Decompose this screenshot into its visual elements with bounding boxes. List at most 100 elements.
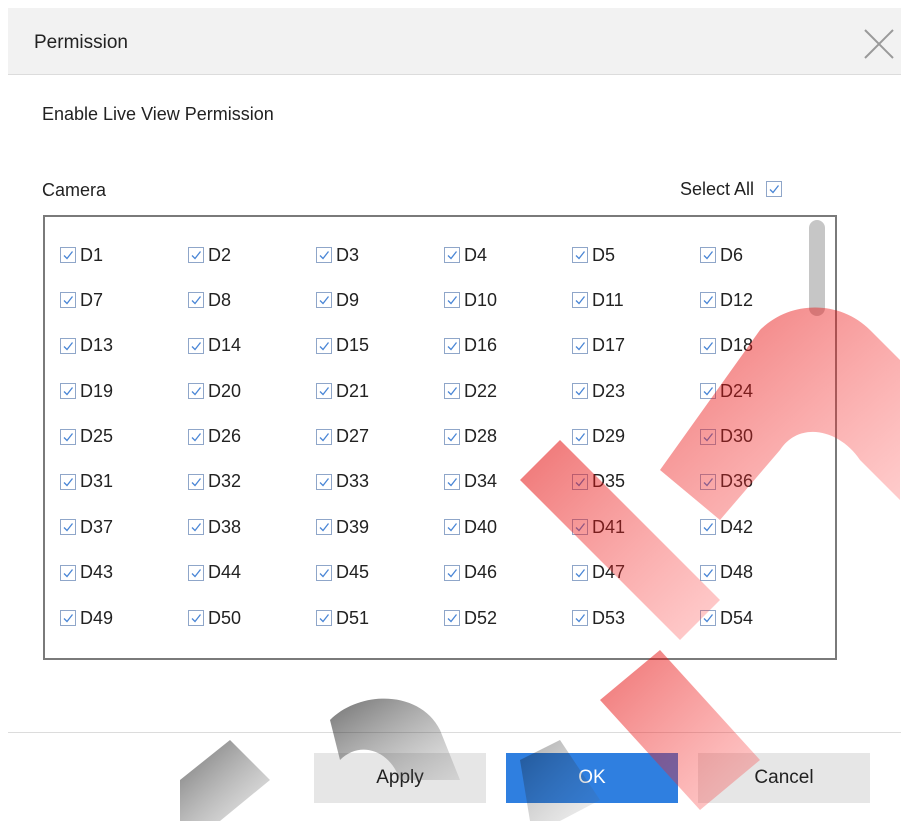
camera-checkbox[interactable] [572, 519, 588, 536]
camera-checkbox[interactable] [188, 473, 204, 490]
camera-item[interactable]: D35 [572, 471, 700, 492]
camera-item[interactable]: D43 [60, 562, 188, 583]
camera-item[interactable]: D33 [316, 471, 444, 492]
camera-checkbox[interactable] [444, 428, 460, 445]
camera-item[interactable]: D2 [188, 245, 316, 265]
camera-checkbox[interactable] [444, 337, 460, 354]
camera-item[interactable]: D27 [316, 426, 444, 447]
scrollbar-thumb[interactable] [809, 220, 825, 316]
camera-checkbox[interactable] [60, 519, 76, 536]
camera-checkbox[interactable] [700, 337, 716, 354]
camera-item[interactable]: D45 [316, 562, 444, 583]
camera-checkbox[interactable] [444, 383, 460, 400]
camera-checkbox[interactable] [188, 610, 204, 627]
camera-checkbox[interactable] [700, 247, 716, 263]
camera-checkbox[interactable] [700, 564, 716, 581]
camera-item[interactable]: D25 [60, 426, 188, 447]
camera-item[interactable]: D17 [572, 335, 700, 356]
camera-item[interactable]: D49 [60, 608, 188, 628]
camera-checkbox[interactable] [188, 519, 204, 536]
camera-item[interactable]: D40 [444, 517, 572, 537]
camera-checkbox[interactable] [188, 428, 204, 445]
camera-item[interactable]: D19 [60, 381, 188, 401]
close-icon[interactable] [861, 26, 897, 62]
camera-checkbox[interactable] [316, 610, 332, 627]
select-all-toggle[interactable]: Select All [680, 178, 783, 200]
camera-checkbox[interactable] [188, 247, 204, 263]
camera-item[interactable]: D41 [572, 517, 700, 537]
camera-item[interactable]: D44 [188, 562, 316, 583]
camera-checkbox[interactable] [60, 292, 76, 309]
camera-item[interactable]: D31 [60, 471, 188, 492]
camera-item[interactable]: D52 [444, 608, 572, 628]
camera-item[interactable]: D11 [572, 290, 700, 310]
camera-item[interactable]: D7 [60, 290, 188, 310]
camera-checkbox[interactable] [444, 473, 460, 490]
camera-item[interactable]: D34 [444, 471, 572, 492]
camera-item[interactable]: D20 [188, 381, 316, 401]
camera-checkbox[interactable] [444, 564, 460, 581]
camera-checkbox[interactable] [700, 610, 716, 627]
camera-item[interactable]: D5 [572, 245, 700, 265]
camera-checkbox[interactable] [60, 337, 76, 354]
camera-checkbox[interactable] [572, 247, 588, 263]
camera-checkbox[interactable] [316, 337, 332, 354]
camera-item[interactable]: D16 [444, 335, 572, 356]
camera-checkbox[interactable] [700, 383, 716, 400]
camera-checkbox[interactable] [572, 383, 588, 400]
camera-checkbox[interactable] [444, 519, 460, 536]
ok-button[interactable]: OK [506, 753, 678, 803]
camera-checkbox[interactable] [188, 564, 204, 581]
camera-item[interactable]: D26 [188, 426, 316, 447]
camera-checkbox[interactable] [572, 564, 588, 581]
camera-item[interactable]: D15 [316, 335, 444, 356]
camera-checkbox[interactable] [316, 564, 332, 581]
camera-item[interactable]: D10 [444, 290, 572, 310]
camera-item[interactable]: D37 [60, 517, 188, 537]
camera-item[interactable]: D29 [572, 426, 700, 447]
camera-checkbox[interactable] [316, 292, 332, 309]
camera-checkbox[interactable] [444, 292, 460, 309]
camera-item[interactable]: D39 [316, 517, 444, 537]
camera-checkbox[interactable] [700, 292, 716, 309]
camera-checkbox[interactable] [316, 473, 332, 490]
camera-item[interactable]: D51 [316, 608, 444, 628]
cancel-button[interactable]: Cancel [698, 753, 870, 803]
camera-checkbox[interactable] [316, 428, 332, 445]
camera-checkbox[interactable] [316, 247, 332, 263]
camera-checkbox[interactable] [572, 428, 588, 445]
camera-checkbox[interactable] [700, 428, 716, 445]
camera-item[interactable]: D1 [60, 245, 188, 265]
apply-button[interactable]: Apply [314, 753, 486, 803]
camera-item[interactable]: D3 [316, 245, 444, 265]
camera-checkbox[interactable] [700, 473, 716, 490]
camera-item[interactable]: D47 [572, 562, 700, 583]
camera-item[interactable]: D32 [188, 471, 316, 492]
camera-item[interactable]: D4 [444, 245, 572, 265]
camera-checkbox[interactable] [60, 610, 76, 627]
camera-checkbox[interactable] [572, 610, 588, 627]
camera-item[interactable]: D23 [572, 381, 700, 401]
camera-item[interactable]: D22 [444, 381, 572, 401]
camera-checkbox[interactable] [60, 428, 76, 445]
camera-item[interactable]: D50 [188, 608, 316, 628]
camera-checkbox[interactable] [700, 519, 716, 536]
camera-item[interactable]: D28 [444, 426, 572, 447]
scrollbar[interactable] [807, 220, 827, 657]
camera-checkbox[interactable] [316, 519, 332, 536]
camera-checkbox[interactable] [188, 337, 204, 354]
camera-item[interactable]: D38 [188, 517, 316, 537]
camera-checkbox[interactable] [316, 383, 332, 400]
camera-item[interactable]: D13 [60, 335, 188, 356]
camera-checkbox[interactable] [60, 247, 76, 263]
camera-checkbox[interactable] [188, 292, 204, 309]
camera-checkbox[interactable] [60, 473, 76, 490]
camera-item[interactable]: D14 [188, 335, 316, 356]
camera-item[interactable]: D46 [444, 562, 572, 583]
camera-item[interactable]: D53 [572, 608, 700, 628]
camera-checkbox[interactable] [572, 337, 588, 354]
camera-checkbox[interactable] [444, 610, 460, 627]
camera-item[interactable]: D21 [316, 381, 444, 401]
camera-checkbox[interactable] [572, 473, 588, 490]
camera-item[interactable]: D8 [188, 290, 316, 310]
